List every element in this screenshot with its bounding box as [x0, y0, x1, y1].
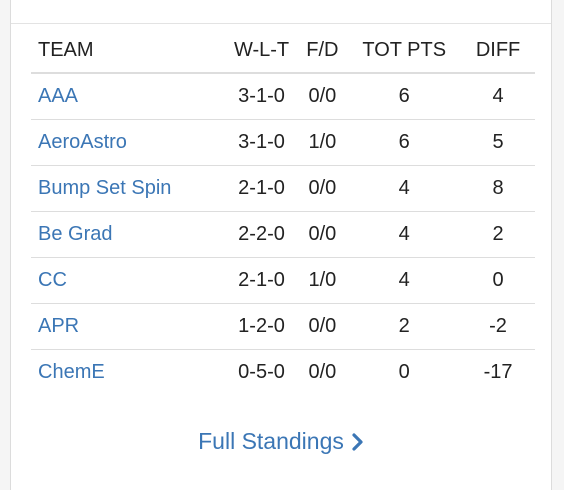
full-standings-label: Full Standings: [198, 428, 344, 454]
team-link[interactable]: Be Grad: [38, 223, 112, 245]
points-cell: 4: [347, 257, 462, 304]
diff-cell: -2: [461, 303, 535, 350]
table-row: Be Grad 2-2-0 0/0 4 2: [31, 211, 535, 258]
fd-cell: 0/0: [308, 361, 337, 383]
fd-cell: 0/0: [297, 303, 348, 350]
wlt-cell: 2-1-0: [225, 165, 298, 212]
card-footer: Full Standings: [11, 428, 551, 455]
team-link[interactable]: ChemE: [38, 361, 105, 383]
header-divider: [11, 23, 551, 24]
standings-table: TEAM W-L-T F/D TOT PTS DIFF AAA 3-1-0 0/…: [31, 28, 535, 395]
diff-cell: 8: [461, 165, 535, 212]
table-row: APR 1-2-0 0/0 2 -2: [31, 303, 535, 350]
team-link[interactable]: Bump Set Spin: [38, 177, 171, 199]
full-standings-link[interactable]: Full Standings: [198, 428, 364, 455]
diff-cell: 0: [461, 257, 535, 304]
team-link[interactable]: AAA: [38, 85, 78, 107]
wlt-cell: 0-5-0: [238, 361, 285, 383]
points-cell: 6: [347, 119, 462, 166]
fd-cell: 0/0: [297, 165, 348, 212]
fd-cell: 1/0: [297, 119, 348, 166]
header-total-points: TOT PTS: [347, 28, 462, 74]
wlt-cell: 3-1-0: [225, 73, 298, 120]
fd-cell: 1/0: [297, 257, 348, 304]
table-header-row: TEAM W-L-T F/D TOT PTS DIFF: [31, 28, 535, 74]
points-cell: 4: [347, 211, 462, 258]
team-link[interactable]: APR: [38, 315, 79, 337]
wlt-cell: 1-2-0: [225, 303, 298, 350]
diff-cell: -17: [483, 361, 513, 383]
table-row: ChemE 0-5-0 0/0 0 -17: [31, 350, 535, 396]
table-row: CC 2-1-0 1/0 4 0: [31, 257, 535, 304]
chevron-right-icon: [352, 432, 363, 451]
wlt-cell: 3-1-0: [225, 119, 298, 166]
header-team: TEAM: [31, 28, 226, 74]
points-cell: 6: [347, 73, 462, 120]
header-wlt: W-L-T: [225, 28, 298, 74]
standings-card: TEAM W-L-T F/D TOT PTS DIFF AAA 3-1-0 0/…: [10, 0, 552, 490]
diff-cell: 5: [461, 119, 535, 166]
fd-cell: 0/0: [297, 211, 348, 258]
table-row: Bump Set Spin 2-1-0 0/0 4 8: [31, 165, 535, 212]
table-row: AAA 3-1-0 0/0 6 4: [31, 73, 535, 120]
diff-cell: 2: [461, 211, 535, 258]
points-cell: 4: [347, 165, 462, 212]
fd-cell: 0/0: [297, 73, 348, 120]
team-link[interactable]: CC: [38, 269, 67, 291]
points-cell: 0: [398, 361, 410, 383]
diff-cell: 4: [461, 73, 535, 120]
header-diff: DIFF: [461, 28, 535, 74]
points-cell: 2: [347, 303, 462, 350]
team-link[interactable]: AeroAstro: [38, 131, 127, 153]
table-row: AeroAstro 3-1-0 1/0 6 5: [31, 119, 535, 166]
header-fd: F/D: [297, 28, 348, 74]
wlt-cell: 2-1-0: [225, 257, 298, 304]
wlt-cell: 2-2-0: [225, 211, 298, 258]
